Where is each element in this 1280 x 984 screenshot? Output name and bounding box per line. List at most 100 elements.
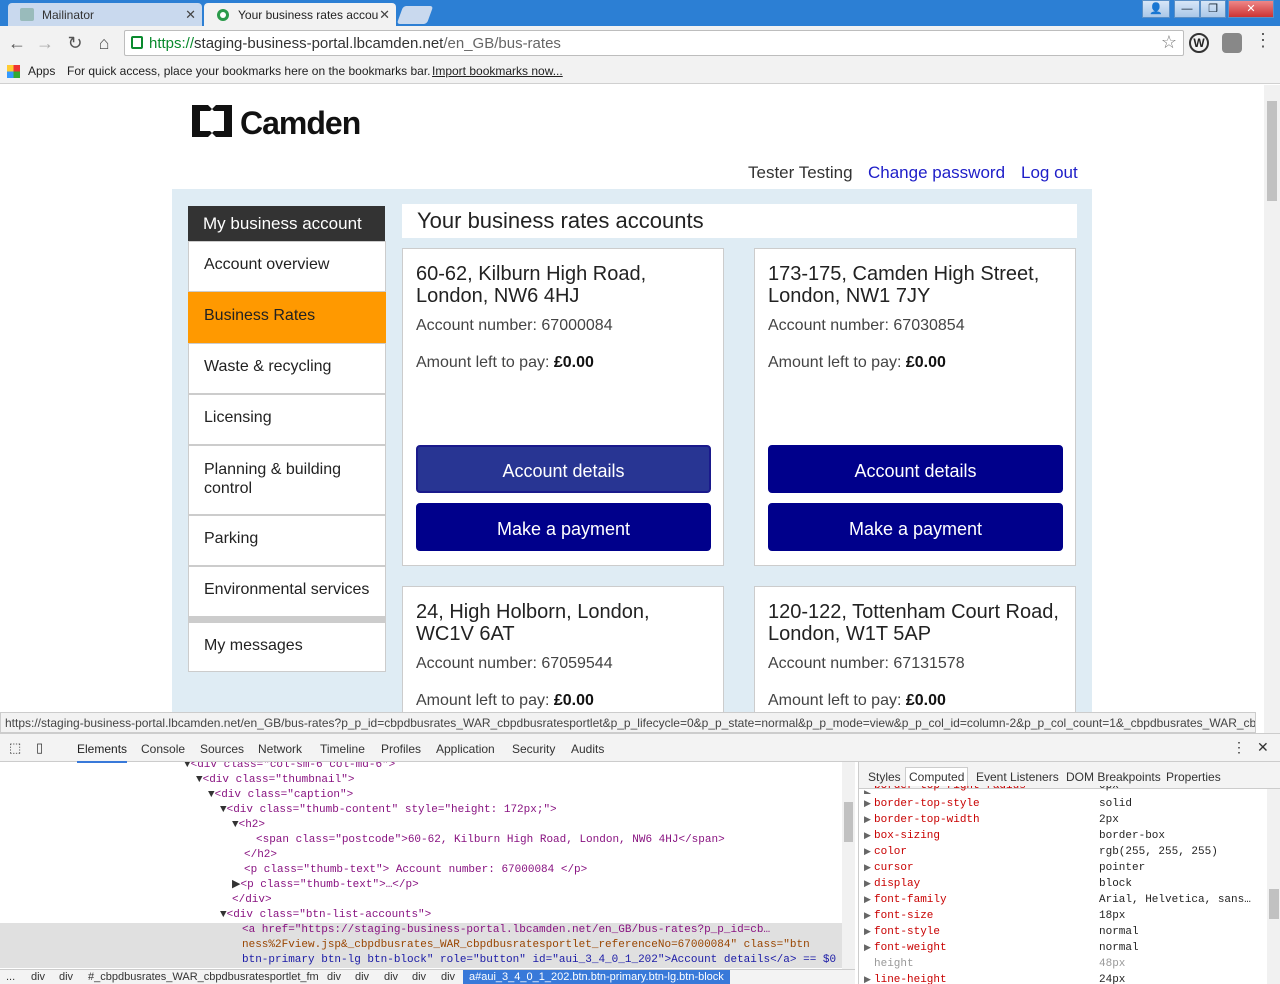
styles-scrollbar[interactable] <box>1267 789 1280 984</box>
computed-property[interactable]: ▶ font-size 18px <box>859 908 1267 924</box>
bookmark-star-icon[interactable]: ☆ <box>1161 32 1177 53</box>
tab-styles[interactable]: Styles <box>868 770 901 784</box>
forward-icon[interactable]: → <box>34 32 56 54</box>
dom-line-selected[interactable]: ness%2Fview.jsp&_cbpdbusrates_WAR_cbpdbu… <box>0 938 842 953</box>
tab-elements[interactable]: Elements <box>77 742 128 763</box>
tab-security[interactable]: Security <box>512 742 555 756</box>
computed-property[interactable]: ▶ font-style normal <box>859 924 1267 940</box>
dom-line[interactable]: ▼<h2> <box>232 818 265 833</box>
breadcrumb-item[interactable]: div <box>412 971 426 983</box>
dom-tree[interactable]: ▼<div class="col-sm-6 col-md-6"> ▼<div c… <box>0 762 855 969</box>
computed-property[interactable]: ▶ border-top-width 2px <box>859 812 1267 828</box>
camden-logo-icon[interactable] <box>188 101 236 141</box>
breadcrumb-item[interactable]: div <box>327 971 341 983</box>
make-payment-button[interactable]: Make a payment <box>416 503 711 551</box>
breadcrumb-selected[interactable]: a#aui_3_4_0_1_202.btn.btn-primary.btn-lg… <box>463 970 730 984</box>
breadcrumb-item[interactable]: div <box>355 971 369 983</box>
breadcrumb-item[interactable]: ... <box>6 971 15 983</box>
tab-business-rates[interactable]: Your business rates accou ✕ <box>204 3 396 26</box>
account-details-button[interactable]: Account details <box>768 445 1063 493</box>
tab-console[interactable]: Console <box>141 742 185 756</box>
computed-property[interactable]: ▶ border-top-style solid <box>859 796 1267 812</box>
devtools-menu-icon[interactable]: ⋮ <box>1232 739 1246 756</box>
tab-computed[interactable]: Computed <box>905 767 969 786</box>
page-scrollbar[interactable] <box>1264 85 1280 733</box>
dom-line[interactable]: <span class="postcode">60-62, Kilburn Hi… <box>256 833 725 848</box>
dom-line[interactable]: ▼<div class="thumb-content" style="heigh… <box>220 803 557 818</box>
computed-property[interactable]: ▶ cursor pointer <box>859 860 1267 876</box>
change-password-link[interactable]: Change password <box>868 163 1005 183</box>
close-tab-icon[interactable]: ✕ <box>379 7 390 23</box>
tab-dom-breakpoints[interactable]: DOM Breakpoints <box>1066 770 1161 784</box>
dom-line[interactable]: ▶<p class="thumb-text">…</p> <box>232 878 419 893</box>
sidebar-item-waste-recycling[interactable]: Waste & recycling <box>188 343 386 394</box>
menu-icon[interactable]: ⋮ <box>1254 30 1272 51</box>
sidebar-item-parking[interactable]: Parking <box>188 515 386 566</box>
breadcrumb-item[interactable]: div <box>384 971 398 983</box>
dom-line[interactable]: <p class="thumb-text"> Account number: 6… <box>244 863 587 878</box>
inspect-icon[interactable]: ⬚ <box>9 740 21 756</box>
dom-line[interactable]: ▼<div class="thumbnail"> <box>196 773 354 788</box>
dom-scrollbar[interactable] <box>842 762 855 969</box>
scrollbar-thumb[interactable] <box>1269 889 1279 919</box>
profile-icon[interactable]: 👤 <box>1142 0 1170 18</box>
minimize-icon[interactable]: — <box>1174 0 1200 18</box>
sidebar-item-licensing[interactable]: Licensing <box>188 394 386 445</box>
tab-sources[interactable]: Sources <box>200 742 244 756</box>
computed-property[interactable]: ▶ line-height 24px <box>859 972 1267 984</box>
tab-network[interactable]: Network <box>258 742 302 756</box>
account-card: 173-175, Camden High Street, London, NW1… <box>754 248 1076 566</box>
tab-mailinator[interactable]: Mailinator ✕ <box>8 3 202 26</box>
tab-timeline[interactable]: Timeline <box>320 742 365 756</box>
dom-line[interactable]: </h2> <box>244 848 277 863</box>
back-icon[interactable]: ← <box>6 32 28 54</box>
log-out-link[interactable]: Log out <box>1021 163 1078 183</box>
computed-property[interactable]: ▶ box-sizing border-box <box>859 828 1267 844</box>
sidebar-item-account-overview[interactable]: Account overview <box>188 241 386 292</box>
breadcrumb-item[interactable]: div <box>31 971 45 983</box>
computed-property[interactable]: ▶ display block <box>859 876 1267 892</box>
home-icon[interactable]: ⌂ <box>93 32 115 54</box>
make-payment-button[interactable]: Make a payment <box>768 503 1063 551</box>
tab-profiles[interactable]: Profiles <box>381 742 421 756</box>
apps-link[interactable]: Apps <box>28 64 55 78</box>
close-window-icon[interactable]: ✕ <box>1228 0 1274 18</box>
dom-line[interactable]: </div> <box>232 893 272 908</box>
dom-line-selected[interactable]: btn-primary btn-lg btn-block" role="butt… <box>0 953 842 968</box>
reload-icon[interactable]: ↻ <box>64 32 86 54</box>
sidebar-item-my-messages[interactable]: My messages <box>188 622 386 672</box>
computed-property[interactable]: height 48px <box>859 956 1267 972</box>
new-tab-button[interactable] <box>396 6 434 24</box>
computed-property[interactable]: ▶ font-family Arial, Helvetica, sans… <box>859 892 1267 908</box>
sidebar-item-business-rates[interactable]: Business Rates <box>188 292 386 343</box>
close-tab-icon[interactable]: ✕ <box>185 7 196 23</box>
scrollbar-thumb[interactable] <box>844 802 853 842</box>
dom-line[interactable]: ▼<div class="caption"> <box>208 788 353 803</box>
computed-property[interactable]: ▶ color rgb(255, 255, 255) <box>859 844 1267 860</box>
breadcrumb-item[interactable]: div <box>441 971 455 983</box>
tab-event-listeners[interactable]: Event Listeners <box>976 770 1059 784</box>
extension-icon[interactable] <box>1222 33 1242 53</box>
device-mode-icon[interactable]: ▯ <box>36 740 43 756</box>
sidebar-item-environmental[interactable]: Environmental services <box>188 566 386 617</box>
breadcrumb-item[interactable]: #_cbpdbusrates_WAR_cbpdbusratesportlet_f… <box>88 971 319 983</box>
dom-line-selected[interactable]: <a href="https://staging-business-portal… <box>0 923 842 938</box>
maximize-icon[interactable]: ❐ <box>1200 0 1226 18</box>
amount-left: Amount left to pay: £0.00 <box>416 692 710 710</box>
breadcrumb-item[interactable]: div <box>59 971 73 983</box>
address-bar[interactable]: https://staging-business-portal.lbcamden… <box>124 30 1184 56</box>
account-details-button[interactable]: Account details <box>416 445 711 493</box>
scrollbar-thumb[interactable] <box>1267 101 1277 201</box>
tab-properties[interactable]: Properties <box>1166 770 1221 784</box>
tab-audits[interactable]: Audits <box>571 742 604 756</box>
import-bookmarks-link[interactable]: Import bookmarks now... <box>432 64 563 78</box>
dom-line[interactable]: ▼<div class="btn-list-accounts"> <box>220 908 431 923</box>
computed-property[interactable]: ▶ font-weight normal <box>859 940 1267 956</box>
devtools-close-icon[interactable]: ✕ <box>1257 739 1269 756</box>
dom-line[interactable]: ▼<div class="col-sm-6 col-md-6"> <box>184 762 395 773</box>
computed-property[interactable]: ▶ border-top-right-radius 0px <box>859 786 1267 794</box>
tab-application[interactable]: Application <box>436 742 495 756</box>
url-path: /en_GB/bus-rates <box>443 35 561 52</box>
sidebar-item-planning[interactable]: Planning & building control <box>188 445 386 515</box>
extension-w-icon[interactable]: W <box>1189 33 1209 53</box>
